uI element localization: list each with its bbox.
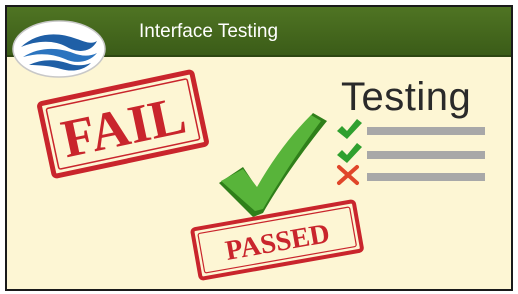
checklist-item xyxy=(337,119,485,139)
checklist-bar xyxy=(367,151,485,159)
cross-icon xyxy=(337,165,359,185)
passed-stamp: PASSED xyxy=(190,199,364,281)
checklist-bar xyxy=(367,173,485,181)
artwork: FAIL PASSED xyxy=(37,69,485,281)
check-icon xyxy=(337,143,362,163)
checklist xyxy=(337,119,485,185)
checklist-bar xyxy=(367,127,485,135)
slide-frame: Interface Testing FAIL PASSED Testing xyxy=(5,5,513,291)
checklist-item xyxy=(337,165,485,185)
fail-stamp: FAIL xyxy=(37,69,209,179)
checklist-title: Testing xyxy=(341,75,472,119)
big-check-icon xyxy=(219,113,327,217)
check-icon xyxy=(337,119,362,139)
checklist-item xyxy=(337,143,485,163)
